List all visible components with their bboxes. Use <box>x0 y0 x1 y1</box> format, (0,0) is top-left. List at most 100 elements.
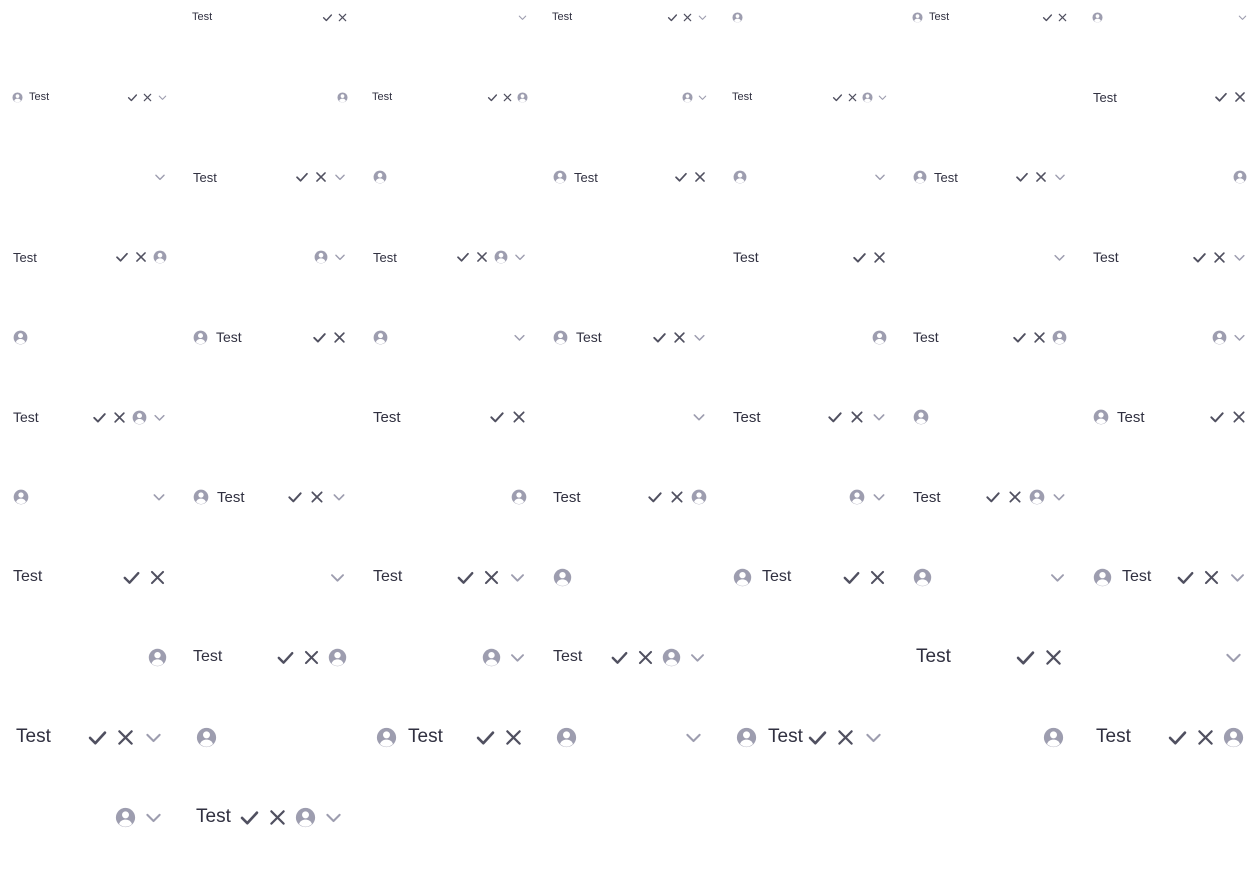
close-icon[interactable] <box>849 409 865 425</box>
check-icon[interactable] <box>122 568 141 587</box>
test-field[interactable] <box>544 549 714 605</box>
close-icon[interactable] <box>1043 647 1064 668</box>
test-field[interactable] <box>364 471 534 523</box>
chevron-down-icon[interactable] <box>333 250 347 264</box>
close-icon[interactable] <box>502 92 513 103</box>
close-icon[interactable] <box>1007 489 1023 505</box>
test-field[interactable] <box>724 157 894 197</box>
check-icon[interactable] <box>87 727 108 748</box>
chevron-down-icon[interactable] <box>151 489 167 505</box>
chevron-down-icon[interactable] <box>692 330 707 345</box>
close-icon[interactable] <box>511 409 527 425</box>
close-icon[interactable] <box>148 568 167 587</box>
check-icon[interactable] <box>674 170 688 184</box>
test-field[interactable]: Test <box>184 629 354 685</box>
test-field[interactable]: Test <box>184 314 354 360</box>
test-field[interactable] <box>904 705 1074 769</box>
close-icon[interactable] <box>1195 727 1216 748</box>
test-field[interactable]: Test <box>4 394 174 440</box>
check-icon[interactable] <box>807 727 828 748</box>
check-icon[interactable] <box>1192 250 1207 265</box>
test-field[interactable] <box>364 157 534 197</box>
close-icon[interactable] <box>1231 409 1247 425</box>
check-icon[interactable] <box>456 250 470 264</box>
chevron-down-icon[interactable] <box>1223 647 1244 668</box>
test-field[interactable]: Test <box>184 0 354 34</box>
check-icon[interactable] <box>1012 330 1027 345</box>
check-icon[interactable] <box>842 568 861 587</box>
test-field[interactable] <box>544 391 714 443</box>
chevron-down-icon[interactable] <box>871 409 887 425</box>
chevron-down-icon[interactable] <box>1051 489 1067 505</box>
chevron-down-icon[interactable] <box>1232 330 1247 345</box>
test-field[interactable]: Test <box>184 471 354 523</box>
close-icon[interactable] <box>672 330 687 345</box>
test-field[interactable] <box>4 471 174 523</box>
check-icon[interactable] <box>239 807 260 828</box>
check-icon[interactable] <box>832 92 843 103</box>
check-icon[interactable] <box>312 330 327 345</box>
close-icon[interactable] <box>337 12 348 23</box>
chevron-down-icon[interactable] <box>1228 568 1247 587</box>
test-field[interactable] <box>904 391 1074 443</box>
chevron-down-icon[interactable] <box>873 170 887 184</box>
test-field[interactable]: Test <box>544 629 714 685</box>
close-icon[interactable] <box>332 330 347 345</box>
chevron-down-icon[interactable] <box>508 648 527 667</box>
chevron-down-icon[interactable] <box>517 12 528 23</box>
test-field[interactable] <box>364 0 534 34</box>
close-icon[interactable] <box>314 170 328 184</box>
chevron-down-icon[interactable] <box>323 807 344 828</box>
test-field[interactable]: Test <box>724 549 894 605</box>
close-icon[interactable] <box>115 727 136 748</box>
chevron-down-icon[interactable] <box>691 409 707 425</box>
test-field[interactable] <box>1084 157 1254 197</box>
test-field[interactable] <box>184 80 354 114</box>
test-field[interactable]: Test <box>364 80 534 114</box>
test-field[interactable] <box>364 629 534 685</box>
check-icon[interactable] <box>295 170 309 184</box>
check-icon[interactable] <box>1214 90 1228 104</box>
test-field[interactable] <box>544 705 714 769</box>
test-field[interactable] <box>184 237 354 277</box>
test-field[interactable]: Test <box>724 234 894 280</box>
check-icon[interactable] <box>475 727 496 748</box>
close-icon[interactable] <box>1202 568 1221 587</box>
chevron-down-icon[interactable] <box>1237 12 1248 23</box>
test-field[interactable] <box>724 314 894 360</box>
chevron-down-icon[interactable] <box>683 727 704 748</box>
test-field[interactable] <box>184 705 354 769</box>
chevron-down-icon[interactable] <box>157 92 168 103</box>
test-field[interactable]: Test <box>544 0 714 34</box>
check-icon[interactable] <box>1167 727 1188 748</box>
check-icon[interactable] <box>667 12 678 23</box>
check-icon[interactable] <box>852 250 867 265</box>
check-icon[interactable] <box>115 250 129 264</box>
close-icon[interactable] <box>1212 250 1227 265</box>
test-field[interactable]: Test <box>364 705 534 769</box>
check-icon[interactable] <box>652 330 667 345</box>
test-field[interactable]: Test <box>544 157 714 197</box>
chevron-down-icon[interactable] <box>333 170 347 184</box>
test-field[interactable] <box>4 785 174 849</box>
check-icon[interactable] <box>1176 568 1195 587</box>
check-icon[interactable] <box>287 489 303 505</box>
test-field[interactable]: Test <box>1084 549 1254 605</box>
test-field[interactable] <box>4 157 174 197</box>
chevron-down-icon[interactable] <box>152 410 167 425</box>
check-icon[interactable] <box>1209 409 1225 425</box>
test-field[interactable] <box>364 314 534 360</box>
test-field[interactable]: Test <box>544 314 714 360</box>
close-icon[interactable] <box>868 568 887 587</box>
test-field[interactable]: Test <box>904 471 1074 523</box>
test-field[interactable]: Test <box>1084 391 1254 443</box>
test-field[interactable]: Test <box>4 237 174 277</box>
test-field[interactable]: Test <box>904 157 1074 197</box>
test-field[interactable]: Test <box>364 549 534 605</box>
check-icon[interactable] <box>322 12 333 23</box>
close-icon[interactable] <box>302 648 321 667</box>
check-icon[interactable] <box>92 410 107 425</box>
close-icon[interactable] <box>475 250 489 264</box>
test-field[interactable] <box>544 80 714 114</box>
test-field[interactable]: Test <box>1084 77 1254 117</box>
